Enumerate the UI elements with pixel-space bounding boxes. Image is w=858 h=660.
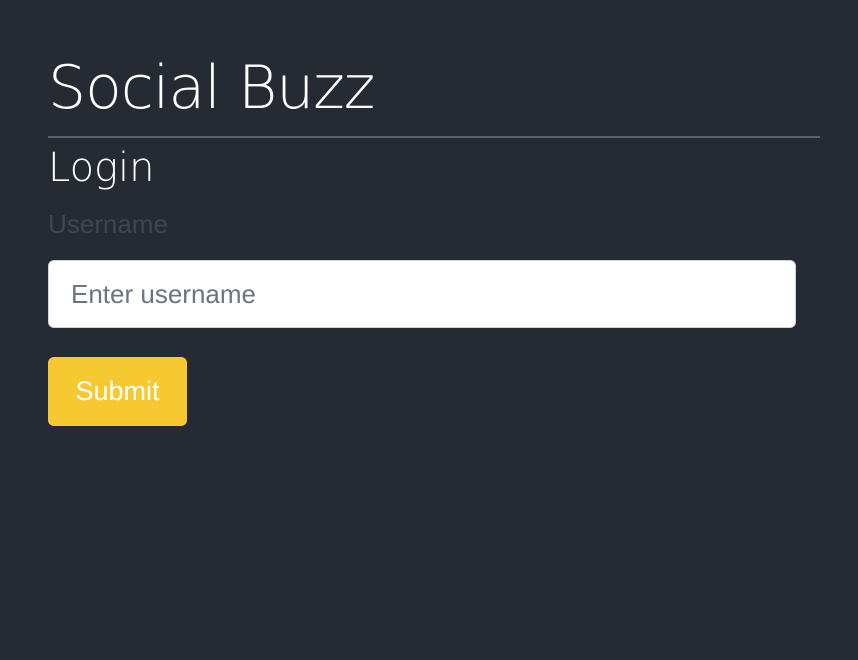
login-heading: Login xyxy=(48,145,155,191)
app-title: Social Buzz xyxy=(48,53,375,123)
username-input[interactable] xyxy=(48,260,796,328)
header-divider xyxy=(48,136,820,138)
login-form: Username Submit xyxy=(48,208,820,426)
login-page: Social Buzz Login Username Submit xyxy=(48,0,820,426)
username-label: Username xyxy=(48,209,168,239)
submit-button[interactable]: Submit xyxy=(48,357,187,426)
